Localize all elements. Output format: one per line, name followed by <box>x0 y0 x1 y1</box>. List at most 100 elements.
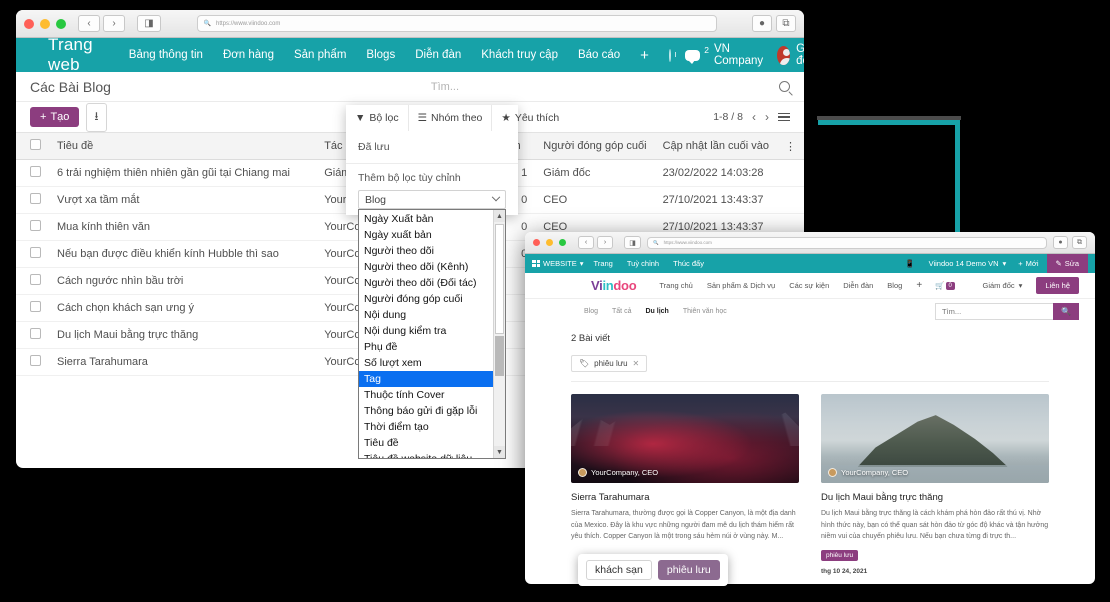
site-nav-add[interactable]: + <box>909 280 929 291</box>
downloads-icon-2[interactable]: ● <box>1053 236 1068 249</box>
row-select-cell[interactable] <box>16 241 49 268</box>
window-controls[interactable] <box>24 19 66 29</box>
filter-option-item[interactable]: Phụ đề <box>359 339 493 355</box>
row-select-cell[interactable] <box>16 322 49 349</box>
filter-option-item[interactable]: Thông báo gửi đi gặp lỗi <box>359 403 493 419</box>
remove-tag-icon[interactable]: ✕ <box>633 359 640 368</box>
filter-option-item[interactable]: Người đóng góp cuối <box>359 291 493 307</box>
row-checkbox[interactable] <box>30 355 41 366</box>
search-input[interactable]: Tìm... <box>431 81 459 93</box>
row-checkbox[interactable] <box>30 328 41 339</box>
column-header-title[interactable]: Tiêu đề <box>49 133 316 160</box>
chrome-right-buttons[interactable]: ● ⧉ <box>752 15 796 32</box>
site-nav-forum[interactable]: Diễn đàn <box>836 281 880 290</box>
filter-option-item[interactable]: Thuộc tính Cover <box>359 387 493 403</box>
filter-option-item[interactable]: Tag <box>359 371 493 387</box>
row-select-cell[interactable] <box>16 349 49 376</box>
blog-card-tag[interactable]: phiêu lưu <box>821 550 858 561</box>
maximize-window-button[interactable] <box>56 19 66 29</box>
filter-option-item[interactable]: Số lượt xem <box>359 355 493 371</box>
tab-filters[interactable]: ▼ Bộ lọc <box>346 105 409 131</box>
messages-icon-wrapper[interactable]: 2 <box>685 50 700 61</box>
downloads-icon[interactable]: ● <box>752 15 772 32</box>
search-icon[interactable] <box>779 81 790 92</box>
blog-card-image[interactable]: YourCompany, CEO <box>821 394 1049 483</box>
back-button[interactable]: ‹ <box>78 15 100 32</box>
new-tab-icon-2[interactable]: ⧉ <box>1072 236 1087 249</box>
close-window-button[interactable] <box>24 19 34 29</box>
nav-item-dashboard[interactable]: Bảng thông tin <box>119 49 213 61</box>
nav-item-visitors[interactable]: Khách truy cập <box>471 49 568 61</box>
filter-option-item[interactable]: Người theo dõi (Kênh) <box>359 259 493 275</box>
forward-button-2[interactable]: › <box>597 236 613 249</box>
cart-button[interactable]: 🛒 0 <box>935 281 955 290</box>
edit-button[interactable]: ✎ Sửa <box>1047 254 1089 273</box>
navigation-buttons-2[interactable]: ‹ › <box>578 236 613 249</box>
tag-option-adventure[interactable]: phiêu lưu <box>658 560 720 580</box>
site-logo[interactable]: Viindoo <box>591 278 636 293</box>
category-travel[interactable]: Du lịch <box>638 308 675 315</box>
option-list-scrollbar[interactable]: ▲ ▼ <box>493 210 505 458</box>
pager-next-button[interactable]: › <box>765 110 769 124</box>
editor-menu-customize[interactable]: Tuỳ chỉnh <box>620 259 666 268</box>
blog-card[interactable]: YourCompany, CEO Sierra Tarahumara Sierr… <box>571 394 799 575</box>
row-select-cell[interactable] <box>16 160 49 187</box>
navigation-buttons[interactable]: ‹ › <box>78 15 125 32</box>
row-checkbox[interactable] <box>30 220 41 231</box>
maximize-window-button-2[interactable] <box>559 239 566 246</box>
import-export-button[interactable]: ⭳ <box>86 103 106 132</box>
company-name-label[interactable]: VN Company <box>714 43 763 67</box>
window-controls-2[interactable] <box>533 239 566 246</box>
filter-field-option-list[interactable]: Ngày Xuất bảnNgày xuất bảnNgười theo dõi… <box>358 209 506 459</box>
new-tab-icon[interactable]: ⧉ <box>776 15 796 32</box>
site-nav-products[interactable]: Sản phẩm & Dịch vụ <box>700 281 782 290</box>
list-view-icon[interactable] <box>778 113 790 122</box>
scroll-up-arrow[interactable]: ▲ <box>494 210 505 222</box>
category-all[interactable]: Tất cả <box>605 308 638 315</box>
nav-item-reports[interactable]: Báo cáo <box>568 49 630 61</box>
filter-option-item[interactable]: Nội dung kiểm tra <box>359 323 493 339</box>
site-nav-blog[interactable]: Blog <box>880 281 909 290</box>
filter-option-item[interactable]: Người theo dõi <box>359 243 493 259</box>
sidebar-toggle-button-2[interactable]: ◨ <box>624 236 641 249</box>
activities-clock-icon[interactable] <box>669 49 671 62</box>
active-tag-chip[interactable]: 🏷 phiêu lưu ✕ <box>571 355 647 372</box>
mobile-preview-icon[interactable]: 📱 <box>905 259 914 268</box>
select-all-header[interactable] <box>16 133 49 160</box>
category-astronomy[interactable]: Thiên văn học <box>676 308 734 315</box>
blog-card[interactable]: YourCompany, CEO Du lịch Maui bằng trực … <box>821 394 1049 575</box>
row-checkbox[interactable] <box>30 166 41 177</box>
category-blog[interactable]: Blog <box>577 308 605 315</box>
site-user-menu[interactable]: Giám đốc <box>983 281 1015 290</box>
pager-previous-button[interactable]: ‹ <box>752 110 756 124</box>
column-header-contributor[interactable]: Người đóng góp cuối <box>535 133 654 160</box>
filter-option-item[interactable]: Người theo dõi (Đối tác) <box>359 275 493 291</box>
address-bar-2[interactable]: 🔍 https://www.viindoo.com <box>647 237 1047 249</box>
blog-search[interactable]: 🔍 <box>935 303 1079 320</box>
blog-search-button[interactable]: 🔍 <box>1053 303 1079 320</box>
column-options-icon[interactable]: ⋮ <box>777 133 804 160</box>
website-label[interactable]: WEBSITE <box>543 259 577 268</box>
scrollbar-thumb[interactable] <box>495 224 504 334</box>
search-area[interactable]: Tìm... <box>111 81 779 93</box>
column-header-updated[interactable]: Cập nhật lần cuối vào <box>655 133 777 160</box>
nav-item-forum[interactable]: Diễn đàn <box>405 49 471 61</box>
filter-option-item[interactable]: Thời điểm tạo <box>359 419 493 435</box>
filter-option-item[interactable]: Nội dung <box>359 307 493 323</box>
add-new-button[interactable]: + <box>630 47 659 64</box>
minimize-window-button-2[interactable] <box>546 239 553 246</box>
filter-option-item[interactable]: Ngày xuất bản <box>359 227 493 243</box>
editor-menu-pages[interactable]: Trang <box>587 259 620 268</box>
forward-button[interactable]: › <box>103 15 125 32</box>
filter-option-item[interactable]: Tiêu đề website dữ liệu <box>359 451 493 458</box>
chat-bubble-icon[interactable] <box>685 50 700 61</box>
scroll-down-arrow[interactable]: ▼ <box>494 446 505 458</box>
tab-favorites[interactable]: ★ Yêu thích <box>492 105 568 131</box>
sidebar-toggle-button[interactable]: ◨ <box>137 15 161 32</box>
site-selector[interactable]: Viindoo 14 Demo VN <box>929 259 999 268</box>
blog-card-image[interactable]: YourCompany, CEO <box>571 394 799 483</box>
site-nav-home[interactable]: Trang chủ <box>652 281 700 290</box>
nav-item-orders[interactable]: Đơn hàng <box>213 49 284 61</box>
filter-field-select[interactable]: Blog <box>358 190 506 209</box>
add-custom-filter-label[interactable]: Thêm bộ lọc tùy chỉnh <box>346 172 518 190</box>
